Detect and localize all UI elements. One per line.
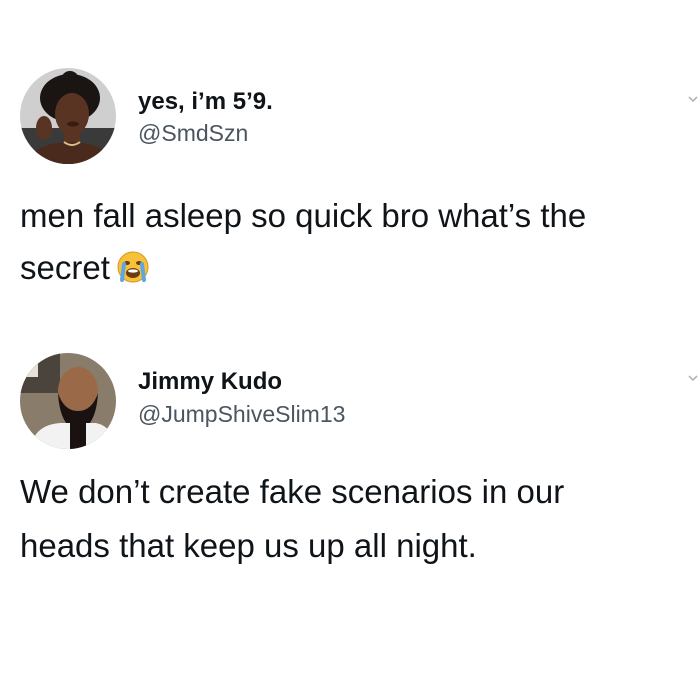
tweet-text-line: We don’t create fake scenarios in our [20, 473, 565, 510]
display-name[interactable]: Jimmy Kudo [138, 368, 282, 396]
chevron-down-icon[interactable] [688, 92, 698, 108]
tweet-original: yes, i’m 5’9. @SmdSzn men fall asleep so… [0, 0, 700, 335]
avatar-jumpshiveslim13[interactable] [20, 353, 116, 449]
tweet-text: We don’t create fake scenarios in our he… [20, 465, 696, 573]
loudly-crying-face-icon [116, 250, 150, 284]
user-handle[interactable]: @JumpShiveSlim13 [138, 401, 345, 428]
user-handle[interactable]: @SmdSzn [138, 120, 248, 147]
tweet-text-line-content: secret [20, 249, 110, 286]
tweet-text-line: heads that keep us up all night. [20, 527, 477, 564]
profile-photo-man-icon [20, 353, 116, 449]
tweet-text-line: secret [20, 242, 696, 294]
display-name[interactable]: yes, i’m 5’9. [138, 88, 273, 116]
tweet-text: men fall asleep so quick bro what’s the … [20, 190, 696, 294]
profile-photo-woman-icon [20, 68, 116, 164]
tweet-text-line: men fall asleep so quick bro what’s the [20, 197, 587, 234]
chevron-down-icon[interactable] [688, 371, 698, 387]
tweet-reply: Jimmy Kudo @JumpShiveSlim13 We don’t cre… [0, 335, 700, 700]
avatar-smdszn[interactable] [20, 68, 116, 164]
